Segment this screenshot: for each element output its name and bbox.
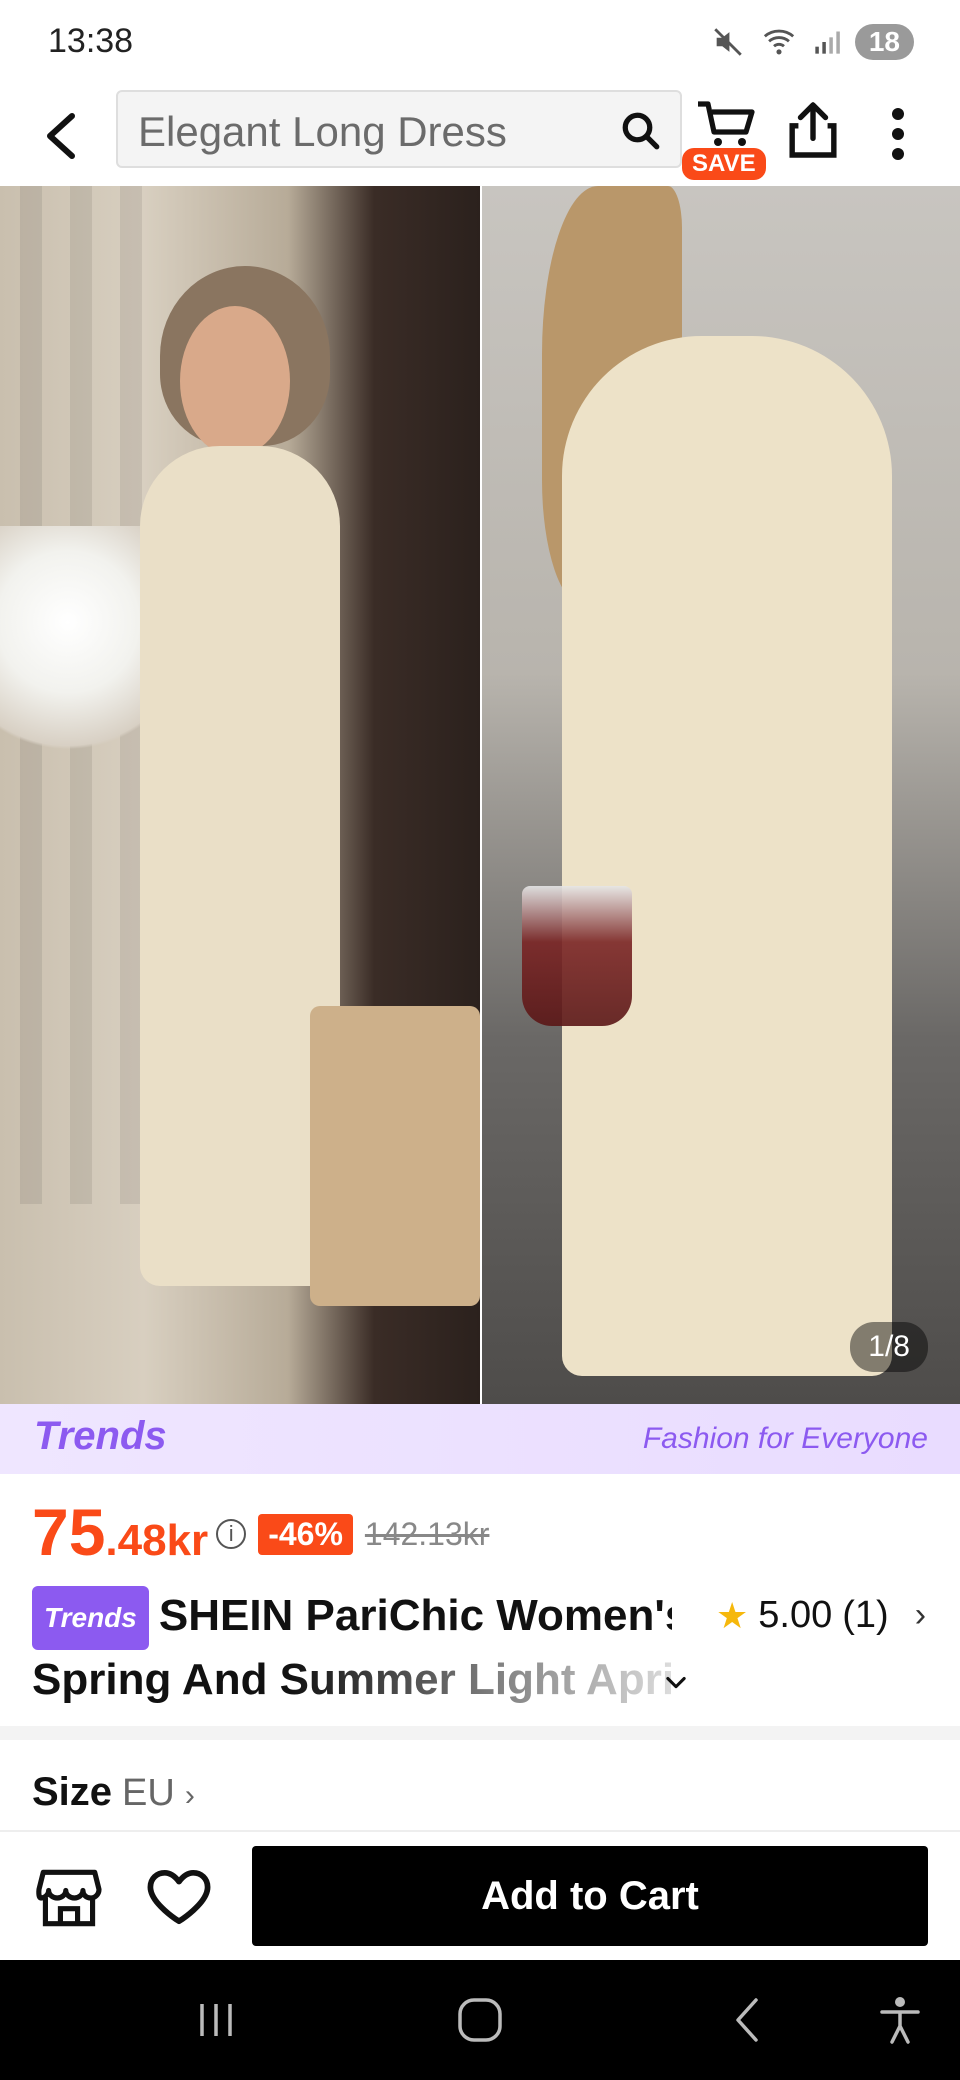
product-title-text-2: Spring And Summer Light Apri xyxy=(32,1655,672,1704)
chevron-right-icon: › xyxy=(914,1596,927,1634)
trends-banner[interactable]: Trends Fashion for Everyone xyxy=(0,1404,960,1474)
product-title[interactable]: Trends SHEIN PariChic Women's Spring And … xyxy=(32,1586,672,1710)
wifi-icon xyxy=(763,29,794,55)
heart-icon xyxy=(147,1869,211,1925)
size-label: Size xyxy=(32,1770,113,1814)
photo-straw-bag xyxy=(310,1006,480,1306)
photo-dress xyxy=(562,336,892,1376)
rating-count: (1) xyxy=(842,1594,889,1636)
back-button[interactable] xyxy=(34,108,90,164)
price-main: 75 xyxy=(32,1495,106,1569)
signal-icon xyxy=(815,31,840,54)
recent-apps-icon[interactable] xyxy=(186,1994,246,2046)
mute-icon xyxy=(714,28,742,56)
header: Elegant Long Dress SAVE xyxy=(0,86,960,186)
size-selector[interactable]: Size EU › xyxy=(32,1770,195,1815)
wishlist-button[interactable] xyxy=(146,1868,214,1930)
image-counter: 1/8 xyxy=(850,1322,928,1372)
search-input[interactable]: Elegant Long Dress xyxy=(116,90,682,168)
product-title-text-1: SHEIN PariChic Women's xyxy=(158,1591,672,1640)
rating-summary[interactable]: ★ 5.00 (1) › xyxy=(716,1594,926,1637)
rating-value: 5.00 xyxy=(758,1594,833,1636)
battery-indicator: 18 xyxy=(854,24,914,60)
back-nav-icon[interactable] xyxy=(718,1994,778,2046)
trends-tagline: Fashion for Everyone xyxy=(642,1422,928,1455)
status-time: 13:38 xyxy=(48,22,134,60)
accessibility-icon[interactable] xyxy=(870,1994,930,2046)
photo-drink-cup xyxy=(522,886,632,1026)
original-price: 142.13kr xyxy=(364,1515,490,1552)
more-options-button[interactable] xyxy=(874,104,922,164)
price-fraction: .48kr xyxy=(105,1516,209,1565)
trends-logo: Trends xyxy=(34,1414,167,1458)
back-icon xyxy=(47,113,75,159)
product-photo-1[interactable] xyxy=(0,186,480,1404)
search-query: Elegant Long Dress xyxy=(138,108,507,155)
product-image-gallery[interactable]: 1/8 xyxy=(0,186,960,1404)
share-icon xyxy=(789,102,837,158)
info-icon[interactable]: i xyxy=(216,1519,247,1549)
section-divider xyxy=(0,1726,960,1740)
product-title-line-2: Spring And Summer Light Apri xyxy=(32,1650,672,1710)
product-title-line-1: Trends SHEIN PariChic Women's xyxy=(32,1586,672,1651)
discount-badge: -46% xyxy=(258,1513,353,1555)
share-button[interactable] xyxy=(788,100,844,164)
product-photo-2[interactable] xyxy=(482,186,960,1404)
more-icon xyxy=(892,108,904,160)
search-icon[interactable] xyxy=(620,110,662,152)
store-icon xyxy=(36,1869,102,1927)
chevron-down-icon[interactable] xyxy=(662,1668,690,1696)
home-icon[interactable] xyxy=(450,1994,510,2046)
bottom-action-bar: Add to Cart xyxy=(0,1830,960,1960)
status-icons: 18 xyxy=(711,24,914,60)
price-row: 75 .48kr i -46% 142.13kr xyxy=(32,1494,489,1574)
store-button[interactable] xyxy=(36,1868,104,1930)
status-bar: 13:38 18 xyxy=(0,0,960,86)
size-region: EU xyxy=(122,1772,175,1814)
save-badge: SAVE xyxy=(682,148,766,180)
add-to-cart-button[interactable]: Add to Cart xyxy=(252,1846,928,1946)
star-icon: ★ xyxy=(716,1594,749,1636)
chevron-right-icon: › xyxy=(184,1779,195,1812)
trends-chip: Trends xyxy=(32,1586,149,1651)
photo-model-face xyxy=(180,306,290,456)
save-badge-text: SAVE xyxy=(692,150,756,177)
cart-icon xyxy=(698,101,755,146)
system-nav-bar xyxy=(0,1960,960,2080)
